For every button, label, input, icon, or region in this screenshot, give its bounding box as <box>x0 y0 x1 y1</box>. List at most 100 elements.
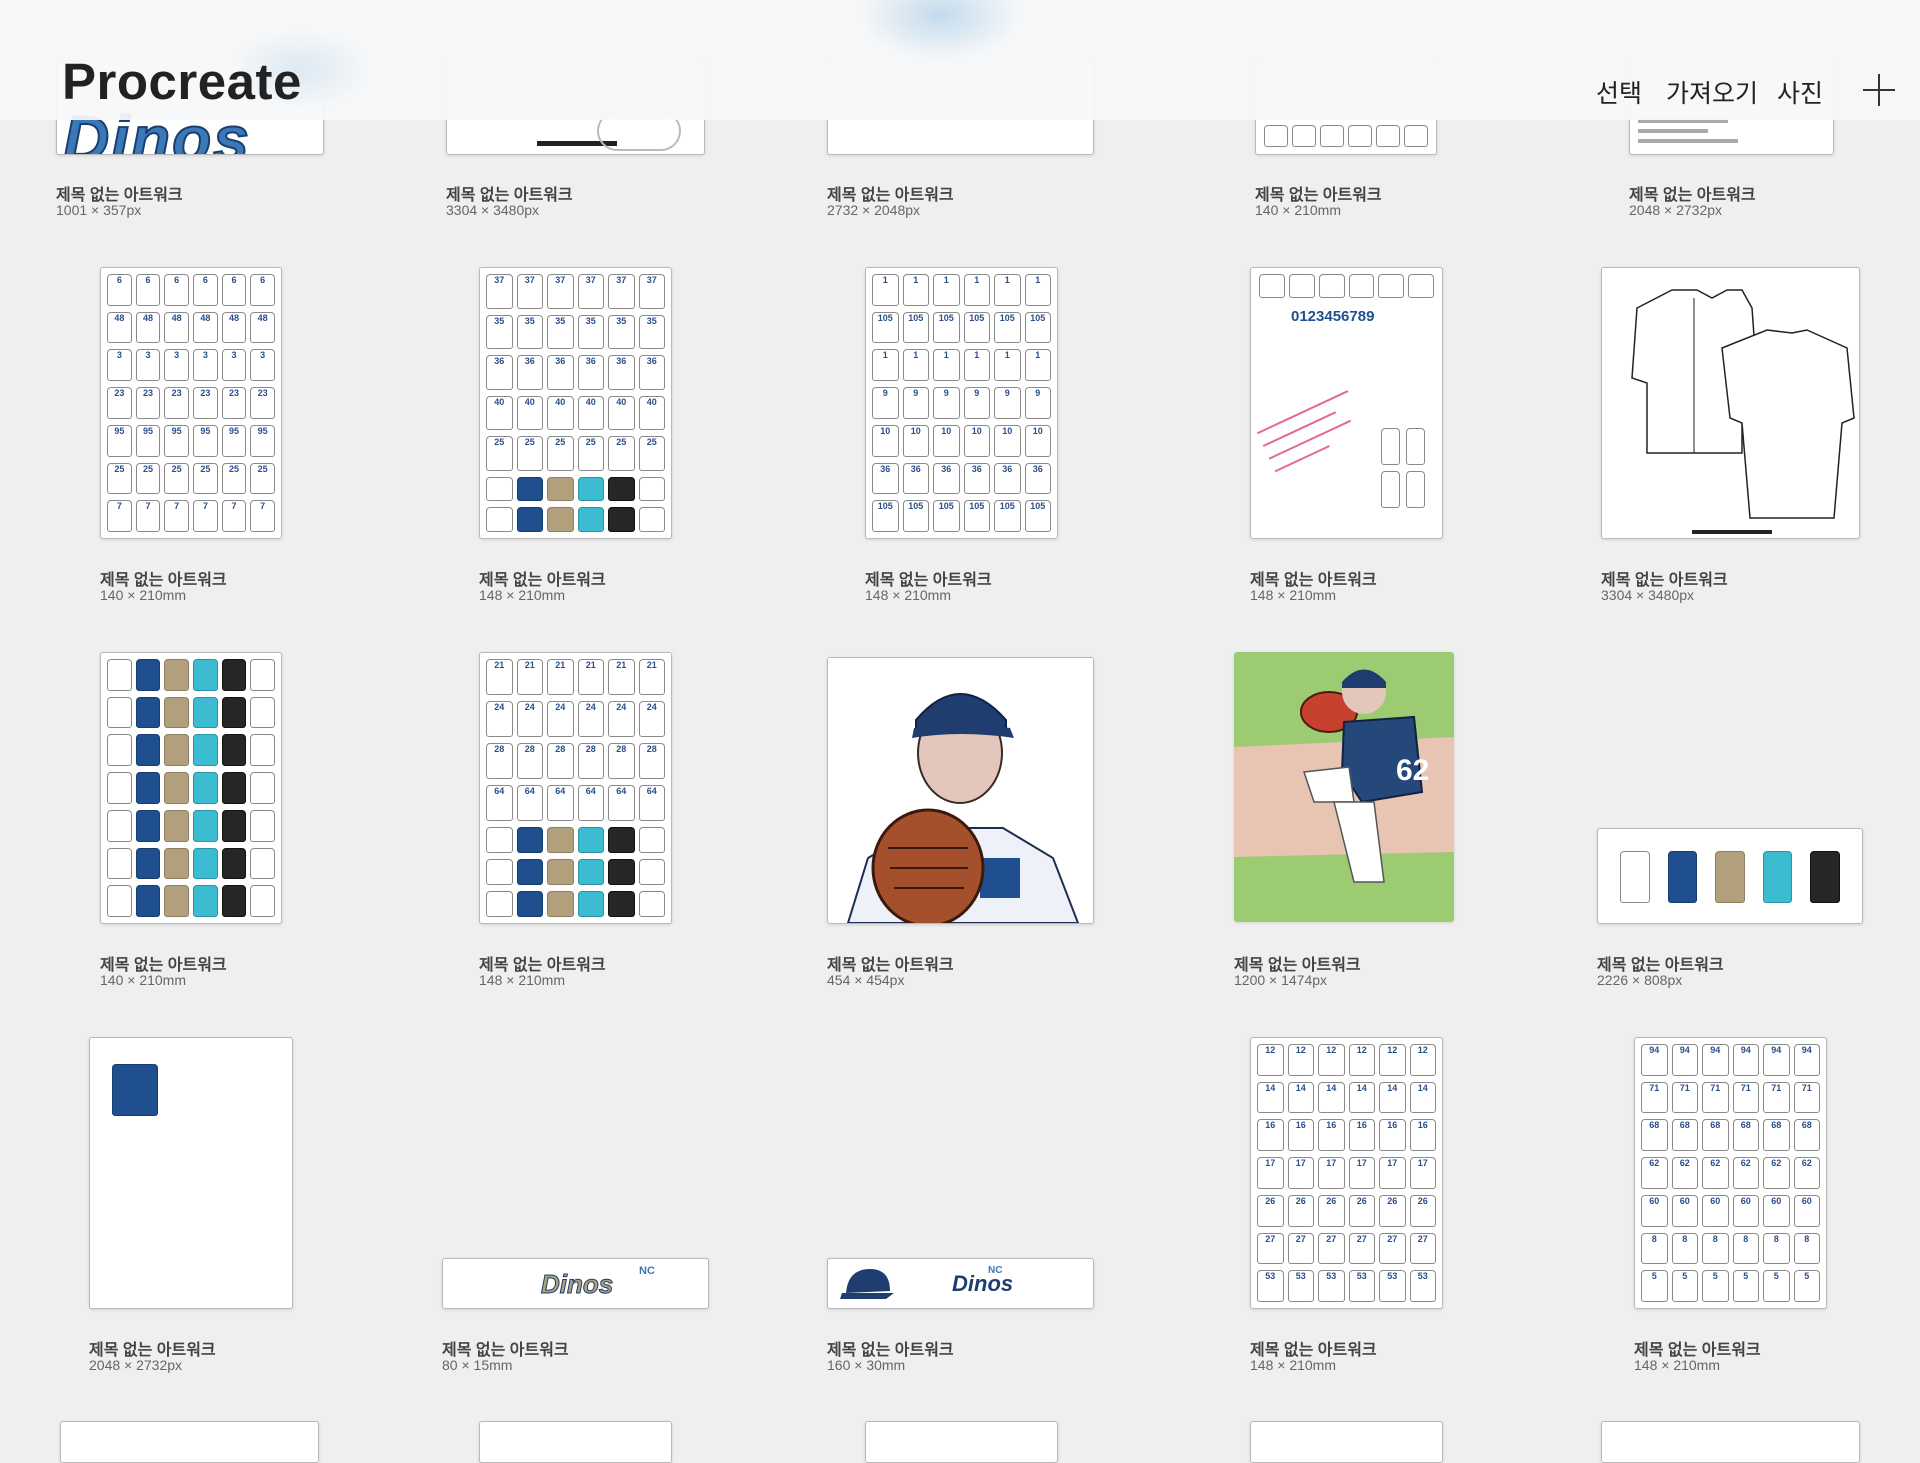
artwork-thumbnail[interactable] <box>89 1037 293 1309</box>
plus-icon[interactable] <box>1863 74 1895 106</box>
jersey-sticker <box>221 659 247 691</box>
jersey-icon <box>1288 274 1315 298</box>
jersey-sticker <box>192 696 218 729</box>
artwork-thumbnail[interactable] <box>1597 828 1863 924</box>
artwork-thumbnail[interactable] <box>479 1421 672 1463</box>
artwork-thumbnail[interactable]: 62 <box>1234 652 1454 922</box>
jersey-icon <box>112 1064 158 1116</box>
jersey-sticker: 27 <box>1409 1232 1436 1265</box>
jersey-sticker: 14 <box>1348 1081 1375 1114</box>
jersey-sticker-grid: 37 37 37 37 37 37 35 35 35 35 35 35 36 36 36 36 36 36 40 40… <box>486 274 665 532</box>
jersey-sticker <box>107 885 132 917</box>
jersey-sticker: 36 <box>577 355 604 390</box>
artwork-size: 454 × 454px <box>827 972 905 988</box>
artwork-thumbnail[interactable]: Dinos NC <box>827 1258 1094 1309</box>
artwork-thumbnail[interactable] <box>1250 1421 1443 1463</box>
jersey-sticker: 105 <box>963 311 990 344</box>
jersey-sticker: 36 <box>902 462 929 495</box>
jersey-sticker <box>107 659 132 691</box>
jersey-sticker: 24 <box>638 701 665 737</box>
jersey-sticker: 1 <box>963 349 990 382</box>
artwork-thumbnail[interactable]: 21 21 21 21 21 21 24 24 24 24 24 24 28 28 28 28 28 28 64 64… <box>479 652 672 924</box>
jersey-sticker: 23 <box>221 387 247 419</box>
jersey-sticker: 7 <box>250 500 275 532</box>
jersey-sticker: 14 <box>1287 1081 1314 1114</box>
jersey-sticker <box>164 885 189 917</box>
jersey-sticker <box>164 696 189 729</box>
jersey-sticker: 25 <box>547 436 574 471</box>
jersey-sticker: 21 <box>486 659 513 695</box>
jersey-icon <box>1810 851 1840 903</box>
jersey-sticker: 60 <box>1732 1194 1759 1227</box>
jersey-sticker: 94 <box>1763 1044 1790 1076</box>
jersey-sticker: 3 <box>192 349 218 382</box>
artwork-thumbnail[interactable]: 37 37 37 37 37 37 35 35 35 35 35 35 36 36 36 36 36 36 40 40… <box>479 267 672 539</box>
artwork-thumbnail[interactable]: Dinos NC <box>442 1258 709 1309</box>
artwork-thumbnail[interactable] <box>865 1421 1058 1463</box>
jersey-sticker: 1 <box>902 274 929 306</box>
jersey-sticker: 94 <box>1671 1044 1698 1076</box>
jersey-sticker: 64 <box>486 785 513 821</box>
jersey-sticker: 1 <box>902 349 929 382</box>
jersey-sticker <box>486 476 513 502</box>
jersey-sticker: 62 <box>1763 1157 1790 1189</box>
jersey-sticker <box>577 827 604 853</box>
jersey-sticker: 6 <box>107 274 132 306</box>
jersey-sticker: 37 <box>547 274 574 309</box>
dinos-logo: Dinos <box>540 1269 614 1300</box>
nc-mark: NC <box>988 1265 1003 1276</box>
jersey-sticker: 36 <box>994 462 1021 495</box>
jersey-sticker: 95 <box>192 424 218 457</box>
jersey-sticker: 12 <box>1257 1044 1284 1076</box>
jersey-sticker <box>577 476 604 502</box>
jersey-sticker: 37 <box>516 274 543 309</box>
jersey-sticker: 27 <box>1379 1232 1406 1265</box>
artwork-thumbnail[interactable] <box>1601 267 1860 539</box>
jersey-sticker: 1 <box>872 274 899 306</box>
artwork-size: 80 × 15mm <box>442 1357 513 1373</box>
import-button[interactable]: 가져오기 <box>1666 74 1758 110</box>
jersey-sticker <box>547 891 574 917</box>
artwork-thumbnail[interactable] <box>1601 1421 1860 1463</box>
jersey-sticker: 1 <box>963 274 990 306</box>
jersey-icon <box>1318 274 1345 298</box>
jersey-sticker: 105 <box>872 311 899 344</box>
jersey-icon <box>1408 274 1434 298</box>
jersey-sticker: 71 <box>1732 1081 1759 1114</box>
jersey-sticker <box>250 696 275 729</box>
jersey-sticker: 28 <box>547 743 574 779</box>
jersey-sticker <box>608 827 635 853</box>
artwork-thumbnail[interactable]: 6 6 6 6 6 6 48 48 48 48 48 48 3 3 3 3 3 3 23 23 23 23 23 23 95 95… <box>100 267 282 539</box>
artwork-thumbnail[interactable]: 0123456789 <box>1250 267 1443 539</box>
artwork-size: 3304 × 3480px <box>1601 587 1695 603</box>
jersey-sticker: 105 <box>902 311 929 344</box>
artwork-thumbnail[interactable] <box>827 657 1094 924</box>
nc-mark: NC <box>639 1265 655 1277</box>
jersey-sticker <box>486 827 513 853</box>
artwork-thumbnail[interactable] <box>60 1421 319 1463</box>
jersey-sticker: 9 <box>994 387 1021 419</box>
jersey-sticker: 12 <box>1348 1044 1375 1076</box>
jersey-sticker: 48 <box>164 311 189 344</box>
jersey-sticker: 3 <box>164 349 189 382</box>
jersey-sticker: 25 <box>221 462 247 495</box>
jersey-sticker <box>192 809 218 842</box>
jersey-sticker: 8 <box>1763 1232 1790 1265</box>
jersey-sticker: 60 <box>1641 1194 1668 1227</box>
artwork-thumbnail[interactable] <box>100 652 282 924</box>
jersey-sticker <box>135 772 161 804</box>
jersey-sticker <box>250 847 275 880</box>
jersey-sticker: 94 <box>1702 1044 1729 1076</box>
jersey-sticker: 9 <box>933 387 960 419</box>
photo-button[interactable]: 사진 <box>1777 74 1823 110</box>
artwork-thumbnail[interactable]: 94 94 94 94 94 94 71 71 71 71 71 71 68 68 68 68 68 68 62 62… <box>1634 1037 1827 1309</box>
jersey-sticker: 6 <box>221 274 247 306</box>
select-button[interactable]: 선택 <box>1596 74 1642 110</box>
jersey-sticker: 40 <box>516 395 543 431</box>
jersey-sticker: 23 <box>250 387 275 419</box>
jersey-lineup <box>1620 851 1840 903</box>
artwork-thumbnail[interactable]: 12 12 12 12 12 12 14 14 14 14 14 14 16 16 16 16 16 16 17 17… <box>1250 1037 1443 1309</box>
artwork-thumbnail[interactable]: 1 1 1 1 1 1 105 105 105 105 105 105 1 1 1 1 1 1 9 9 9 9 9 9 10 10… <box>865 267 1058 539</box>
jersey-sticker: 5 <box>1732 1270 1759 1302</box>
jersey-sticker: 25 <box>638 436 665 471</box>
